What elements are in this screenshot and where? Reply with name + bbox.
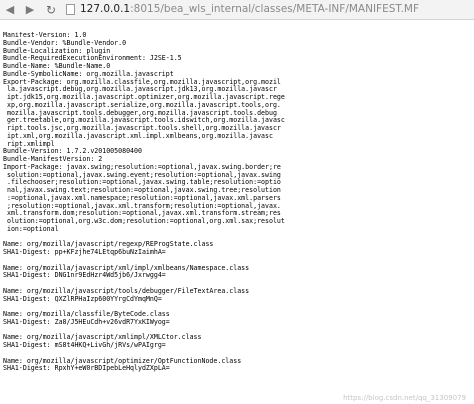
- forward-arrow-icon[interactable]: ▶: [22, 2, 38, 18]
- manifest-line: SHA1-Digest: Za8/J5HEuCdh+v26vdR7YxKIWyo…: [3, 317, 170, 326]
- page-icon: [66, 4, 75, 15]
- manifest-line: SHA1-Digest: DNG1nr9EdHzr4Wd5jb6/Jxrwgg4…: [3, 271, 166, 280]
- manifest-line: SHA1-Digest: mS8t4HKQ+LivGh/jRVs/wPAIgrg…: [3, 341, 166, 349]
- url-host: 127.0.0.1: [80, 3, 131, 15]
- browser-toolbar: ◀ ▶ ↻ 127.0.0.1:8015/bea_wls_internal/cl…: [0, 0, 474, 20]
- reload-icon[interactable]: ↻: [43, 2, 59, 18]
- manifest-line: ion:=optional: [3, 224, 59, 233]
- watermark: https://blog.csdn.net/qq_31309079: [343, 394, 466, 402]
- manifest-line: SHA1-Digest: RpxhY+eW0rBDIpebLeHqlydZXpL…: [3, 364, 170, 373]
- manifest-content: Manifest-Version: 1.0 Bundle-Vendor: %Bun…: [3, 32, 473, 373]
- back-arrow-icon[interactable]: ◀: [2, 2, 18, 18]
- manifest-line: SHA1-Digest: pp+KFzjhe74LEtqp6buNzIaimhA…: [3, 248, 166, 256]
- manifest-line: olution:=optional,org.w3c.dom;resolution…: [3, 217, 285, 225]
- manifest-line: ipt.xml,org.mozilla.javascript.xml.impl.…: [3, 131, 273, 140]
- manifest-line: SHA1-Digest: QXZlRPHaIzp600YYrgCdYmqMnQ=: [3, 294, 162, 303]
- url-path: :8015/bea_wls_internal/classes/META-INF/…: [130, 3, 419, 15]
- address-bar[interactable]: 127.0.0.1:8015/bea_wls_internal/classes/…: [80, 3, 419, 16]
